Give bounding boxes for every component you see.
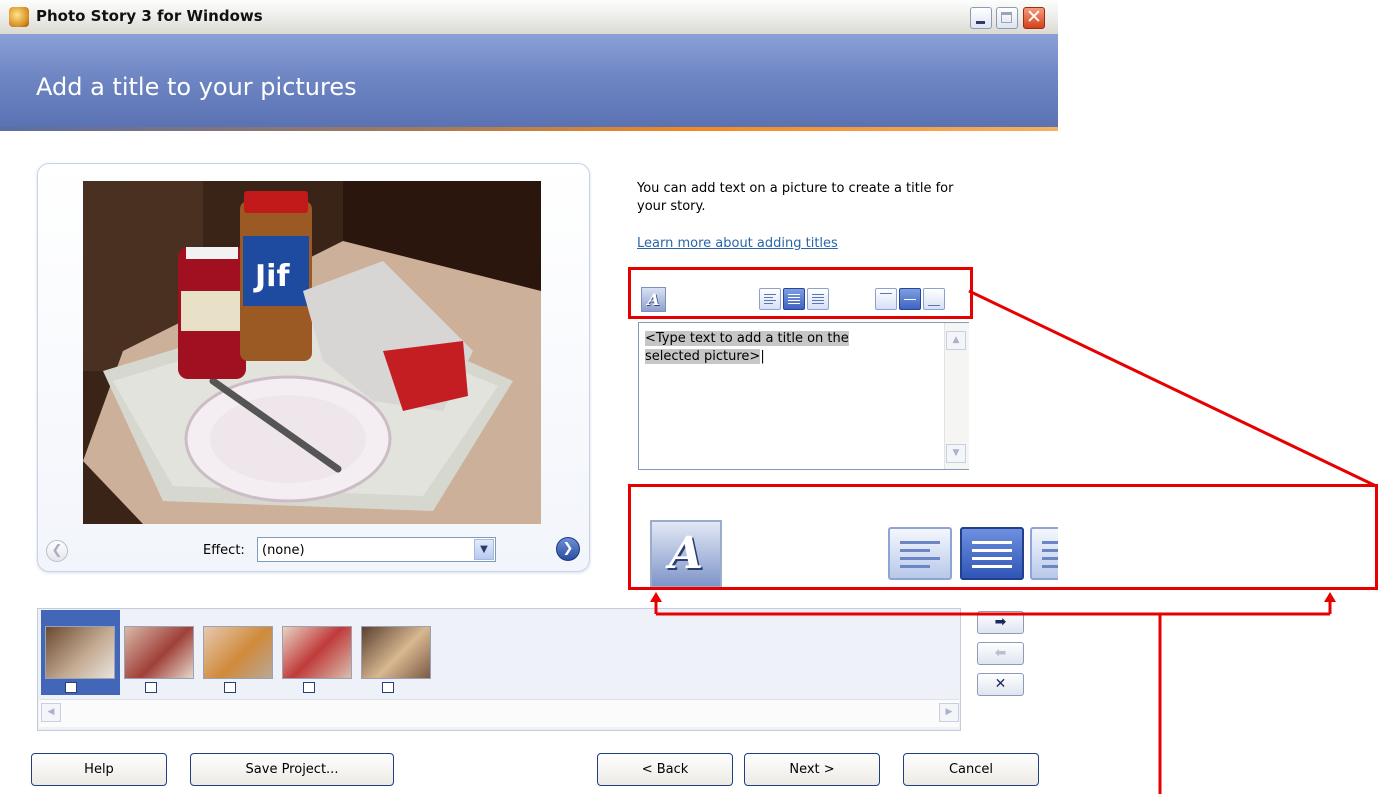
annotation-lines	[650, 289, 1377, 794]
